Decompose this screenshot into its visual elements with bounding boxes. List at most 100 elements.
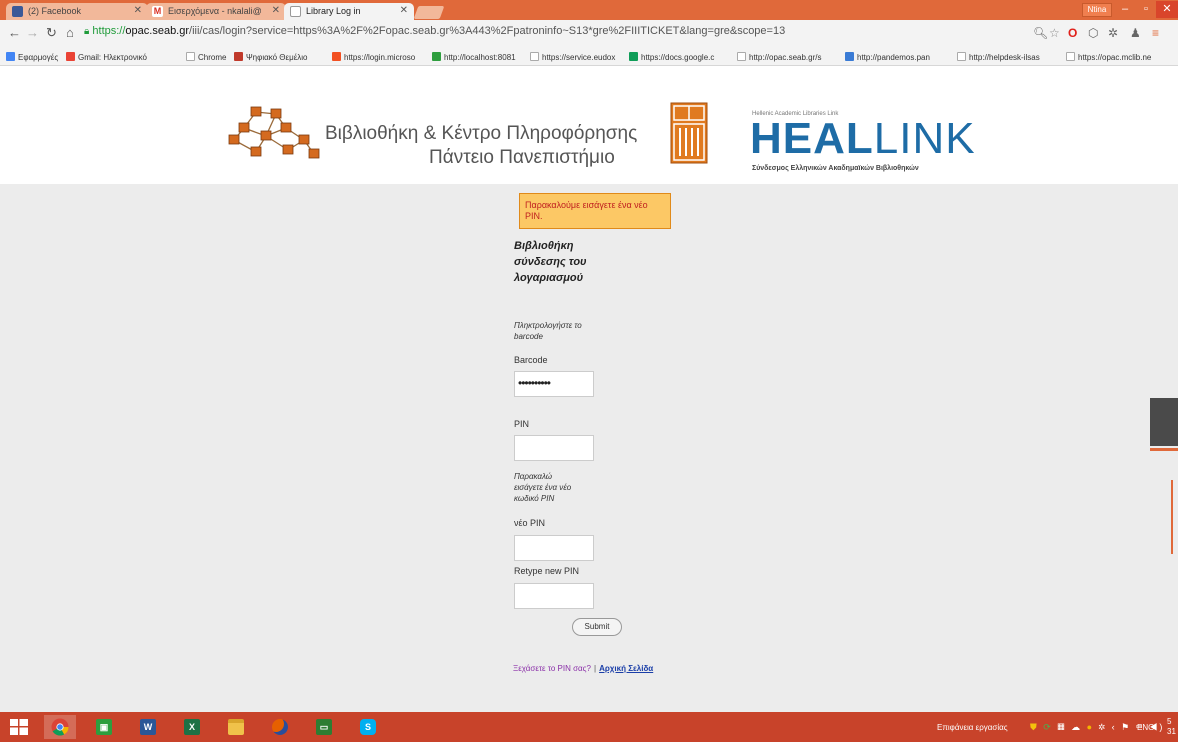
back-icon[interactable]: ← <box>8 25 21 40</box>
form-title: Βιβλιοθήκη σύνδεσης του λογαριασμού <box>514 240 587 284</box>
bookmark-chrome[interactable]: Chrome <box>186 52 226 62</box>
bookmark-psifiako[interactable]: Ψηφιακό Θεμέλιο <box>234 52 308 62</box>
heallink-logo: HEALLINK <box>750 114 976 163</box>
flag-icon[interactable]: ⚑ <box>1121 722 1131 732</box>
browser-title-bar: (2) Facebook ✕ M Εισερχόμενα - nkalali@ … <box>0 0 1178 20</box>
close-tab-icon[interactable]: ✕ <box>400 5 408 16</box>
submit-button[interactable]: Submit <box>572 618 622 636</box>
taskbar-store[interactable]: ▣ <box>88 715 120 739</box>
firefox-icon <box>272 719 288 735</box>
cloud-icon[interactable]: ☁ <box>1071 722 1082 732</box>
extension-icon[interactable]: ✲ <box>1108 26 1118 40</box>
extension-icon[interactable]: ♟ <box>1130 26 1141 40</box>
network-icon[interactable]: ▦ <box>1057 722 1066 732</box>
monitor-icon: ▭ <box>316 719 332 735</box>
forward-icon[interactable]: → <box>26 25 39 40</box>
close-tab-icon[interactable]: ✕ <box>272 5 280 16</box>
side-panel-line <box>1171 480 1173 554</box>
new-pin-alert: Παρακαλούμε εισάγετε ένα νέο PIN. <box>519 193 671 229</box>
tab-library-login[interactable]: Library Log in ✕ <box>284 3 414 20</box>
bookmark-opac-seab[interactable]: http://opac.seab.gr/s <box>737 52 822 62</box>
green-square-icon <box>432 52 441 61</box>
close-tab-icon[interactable]: ✕ <box>134 5 142 16</box>
clock[interactable]: 5 31 <box>1167 717 1176 737</box>
barcode-input[interactable]: •••••••••• <box>514 371 594 397</box>
gmail-icon: M <box>152 6 163 17</box>
taskbar-excel[interactable]: X <box>176 715 208 739</box>
browser-toolbar: ← → ↻ ⌂ 🔒︎ https://opac.seab.gr/iii/cas/… <box>0 20 1178 48</box>
opera-icon[interactable]: O <box>1068 26 1077 40</box>
taskbar-skype[interactable]: S <box>352 715 384 739</box>
bookmark-microsoft[interactable]: https://login.microso <box>332 52 415 62</box>
library-title-line2: Πάντειο Πανεπιστήμιο <box>429 147 615 168</box>
new-pin-label: νέο PIN <box>514 518 546 528</box>
bookmark-helpdesk[interactable]: http://helpdesk-ilsas <box>957 52 1040 62</box>
menu-icon[interactable]: ≡ <box>1152 26 1159 40</box>
shield-icon[interactable]: ⛊ <box>1030 722 1039 732</box>
url-scheme: https:// <box>92 25 126 37</box>
pandemos-icon <box>845 52 854 61</box>
chrome-tray-icon[interactable]: ● <box>1087 722 1094 732</box>
home-page-link[interactable]: Αρχική Σελίδα <box>599 664 653 673</box>
taskbar-word[interactable]: W <box>132 715 164 739</box>
tab-label: Library Log in <box>306 6 361 16</box>
zoom-icon[interactable]: 🔍︎ <box>1033 26 1048 40</box>
page-icon <box>290 6 301 17</box>
url-host: opac.seab.gr <box>125 25 190 37</box>
profile-badge[interactable]: Ntina <box>1082 3 1112 17</box>
extension-icon[interactable]: ⬡ <box>1088 26 1098 40</box>
skype-icon: S <box>360 719 376 735</box>
folder-icon <box>228 719 244 735</box>
url-path: /iii/cas/login?service=https%3A%2F%2Fopa… <box>189 25 786 37</box>
windows-start-icon[interactable] <box>10 719 28 735</box>
side-panel-accent <box>1150 448 1178 451</box>
desktop-toolbar-label[interactable]: Επιφάνεια εργασίας <box>937 723 1008 732</box>
bookmark-apps[interactable]: Εφαρμογές <box>6 52 58 62</box>
arrow-icon[interactable]: ‹ <box>1112 722 1117 732</box>
tab-label: Εισερχόμενα - nkalali@ <box>168 6 262 16</box>
bookmark-gmail[interactable]: Gmail: Ηλεκτρονικό <box>66 52 147 62</box>
bookmark-pandemos[interactable]: http://pandemos.pan <box>845 52 930 62</box>
retype-pin-input[interactable] <box>514 583 594 609</box>
language-indicator[interactable]: ENG <box>1137 723 1154 732</box>
bookmark-mclib[interactable]: https://opac.mclib.ne <box>1066 52 1151 62</box>
word-icon: W <box>140 719 156 735</box>
page-icon <box>530 52 539 61</box>
chrome-icon <box>51 718 69 736</box>
bookmarks-bar: Εφαρμογές Gmail: Ηλεκτρονικό Chrome Ψηφι… <box>0 48 1178 66</box>
tab-gmail[interactable]: M Εισερχόμενα - nkalali@ ✕ <box>146 3 286 20</box>
red-square-icon <box>234 52 243 61</box>
sync-icon[interactable]: ⟳ <box>1043 722 1053 732</box>
home-icon[interactable]: ⌂ <box>66 25 74 40</box>
new-pin-input[interactable] <box>514 535 594 561</box>
apps-icon <box>6 52 15 61</box>
minimize-icon[interactable]: – <box>1114 1 1136 18</box>
page-icon <box>1066 52 1075 61</box>
bookmark-docs[interactable]: https://docs.google.c <box>629 52 714 62</box>
facebook-icon <box>12 6 23 17</box>
bookmark-localhost[interactable]: http://localhost:8081 <box>432 52 516 62</box>
store-icon: ▣ <box>96 719 112 735</box>
star-icon[interactable]: ☆ <box>1049 26 1060 40</box>
taskbar-firefox[interactable] <box>264 715 296 739</box>
taskbar-remote-desktop[interactable]: ▭ <box>308 715 340 739</box>
new-tab-button[interactable] <box>413 6 445 19</box>
taskbar-chrome[interactable] <box>44 715 76 739</box>
tab-facebook[interactable]: (2) Facebook ✕ <box>6 3 148 20</box>
page-icon <box>186 52 195 61</box>
reload-icon[interactable]: ↻ <box>46 25 57 41</box>
close-window-icon[interactable]: ✕ <box>1156 1 1178 18</box>
microsoft-icon <box>332 52 341 61</box>
pin-input[interactable] <box>514 435 594 461</box>
taskbar-file-explorer[interactable] <box>220 715 252 739</box>
footer-links: Ξεχάσετε το PIN σας? | Αρχική Σελίδα <box>513 664 653 673</box>
maximize-icon[interactable]: ▫ <box>1135 1 1157 18</box>
settings-icon[interactable]: ✲ <box>1099 722 1108 732</box>
windows-taskbar: ▣ W X ▭ S Επιφάνεια εργασίας ⛊ ⟳ ▦ ☁ ● ✲… <box>0 712 1178 742</box>
barcode-prompt: Πληκτρολογήστε το barcode <box>514 321 582 341</box>
barcode-label: Barcode <box>514 355 548 365</box>
forgot-pin-link[interactable]: Ξεχάσετε το PIN σας? <box>513 664 591 673</box>
bookmark-eudoxus[interactable]: https://service.eudox <box>530 52 615 62</box>
address-bar[interactable]: 🔒︎ https://opac.seab.gr/iii/cas/login?se… <box>84 24 1024 42</box>
pin-label: PIN <box>514 419 530 429</box>
